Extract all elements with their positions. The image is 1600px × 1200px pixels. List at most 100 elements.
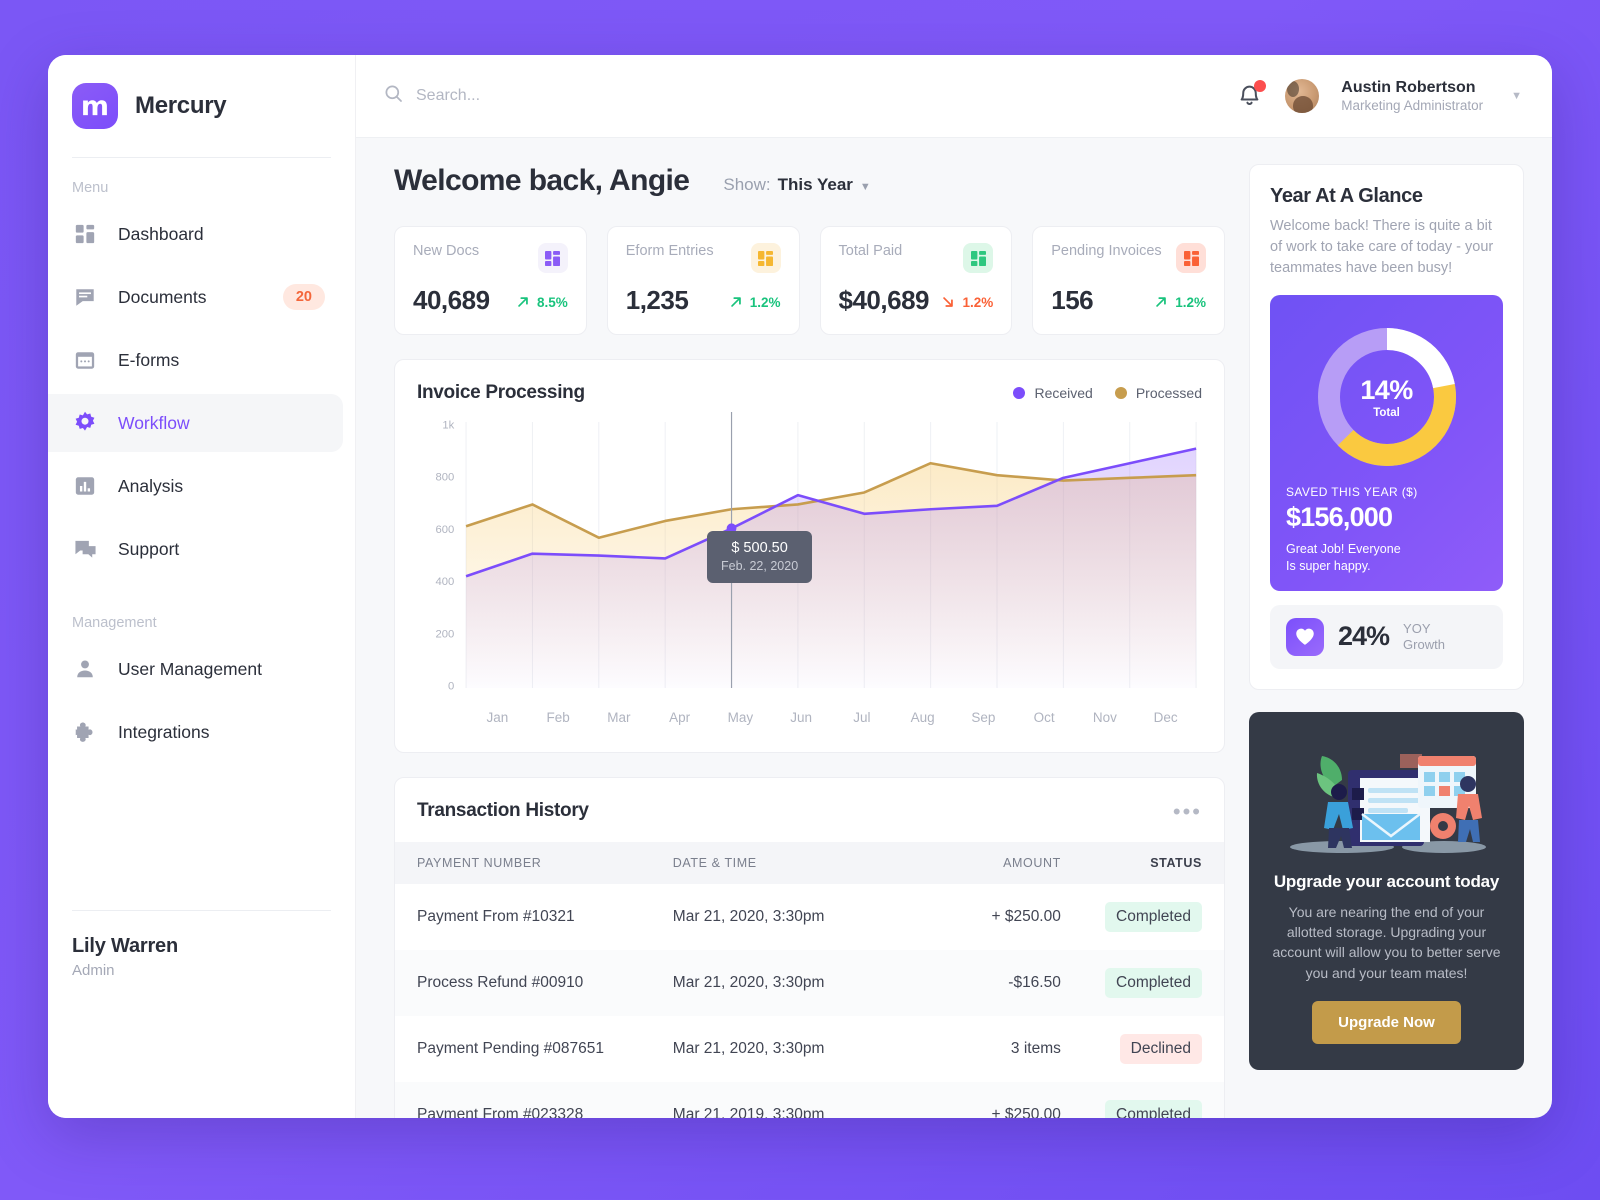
topbar: Austin Robertson Marketing Administrator…: [356, 55, 1552, 138]
gear-icon: [72, 410, 98, 436]
ellipsis-icon[interactable]: •••: [1173, 800, 1202, 822]
sidebar-item-label: Integrations: [118, 721, 210, 742]
column-header-date-time: DATE & TIME: [672, 856, 757, 870]
chart-legend: Received Processed: [1013, 385, 1202, 401]
donut-center-label: 14% Total: [1360, 375, 1413, 420]
search-bar[interactable]: [384, 84, 1237, 108]
table-row[interactable]: Payment Pending #087651 Mar 21, 2020, 3:…: [395, 1016, 1224, 1082]
illustration-svg: [1289, 754, 1486, 854]
notification-dot: [1254, 80, 1267, 92]
yoy-value: 24%: [1338, 621, 1390, 652]
show-filter[interactable]: Show: This Year ▼: [723, 175, 870, 195]
stat-delta: 1.2%: [941, 295, 993, 310]
cell-date-time: Mar 21, 2020, 3:30pm: [672, 974, 825, 991]
cell-status: Declined: [1061, 1034, 1202, 1064]
table-body: Payment From #10321 Mar 21, 2020, 3:30pm…: [395, 884, 1224, 1118]
legend-item-processed[interactable]: Processed: [1114, 385, 1202, 401]
person-icon: [72, 656, 98, 682]
grid-icon: [1176, 243, 1206, 273]
status-badge: Completed: [1105, 902, 1202, 932]
document-icon: [72, 284, 98, 310]
sidebar-user-role: Admin: [72, 962, 115, 979]
grid-icon: [537, 243, 568, 273]
sidebar-group-menu-label: Menu: [72, 180, 109, 196]
saved-note-line1: Great Job! Everyone: [1286, 542, 1401, 557]
stat-value: 1,235: [625, 285, 689, 315]
stat-label: Total Paid: [838, 243, 903, 259]
sidebar-item-label: Dashboard: [118, 223, 204, 244]
cell-payment-number: Payment From #10321: [417, 908, 575, 925]
arrow-up-icon: [730, 297, 741, 307]
avatar[interactable]: [1285, 79, 1320, 113]
chevron-down-icon[interactable]: ▼: [1511, 90, 1522, 102]
legend-dot: [1114, 387, 1127, 399]
donut-percent-label: Total: [1373, 407, 1400, 420]
app-window: m Mercury Menu Dashboard Documents 20 E-…: [48, 55, 1552, 1118]
search-icon: [384, 84, 403, 108]
sidebar-item-e-forms[interactable]: E-forms: [48, 331, 343, 389]
table-row[interactable]: Payment From #023328 Mar 21, 2019, 3:30p…: [395, 1082, 1224, 1118]
table-row[interactable]: Payment From #10321 Mar 21, 2020, 3:30pm…: [395, 884, 1224, 950]
upgrade-illustration: [1271, 734, 1502, 864]
stat-card-eform-entries[interactable]: Eform Entries 1,235 1.2%: [606, 226, 800, 335]
cell-payment-number: Process Refund #00910: [417, 974, 584, 991]
mercury-logo-icon: m: [72, 83, 118, 129]
sidebar-item-analysis[interactable]: Analysis: [48, 457, 343, 515]
sidebar-group-management-label: Management: [72, 615, 157, 631]
brand-name: Mercury: [135, 92, 227, 119]
chart-plot-area: 0 200 400 600 800 1k $ 500.50 Feb. 22, 2020 J…: [417, 410, 1202, 740]
sidebar: m Mercury Menu Dashboard Documents 20 E-…: [48, 55, 356, 1118]
sidebar-item-integrations[interactable]: Integrations: [48, 703, 343, 761]
legend-label: Processed: [1135, 385, 1202, 401]
cell-status: Completed: [1061, 1100, 1202, 1118]
notifications-button[interactable]: [1237, 80, 1267, 110]
user-menu[interactable]: Austin Robertson Marketing Administrator: [1341, 78, 1483, 115]
sidebar-item-support[interactable]: Support: [48, 520, 343, 578]
table-row[interactable]: Process Refund #00910 Mar 21, 2020, 3:30…: [395, 950, 1224, 1016]
stat-label: New Docs: [413, 243, 480, 259]
status-badge: Completed: [1105, 968, 1202, 998]
puzzle-icon: [72, 719, 98, 745]
sidebar-user-name: Lily Warren: [72, 935, 178, 957]
cell-payment-number: Payment Pending #087651: [417, 1040, 605, 1057]
stat-card-total-paid[interactable]: Total Paid $40,689 1.2%: [819, 226, 1013, 335]
cell-amount: + $250.00: [991, 908, 1061, 925]
x-axis-tick: Jul: [853, 710, 871, 725]
stat-value: $40,689: [838, 285, 930, 315]
x-axis-tick: Oct: [1033, 710, 1055, 725]
cell-status: Completed: [1061, 902, 1202, 932]
sidebar-item-user-management[interactable]: User Management: [48, 640, 343, 698]
saved-note: Great Job! Everyone Is super happy.: [1286, 541, 1487, 575]
upgrade-promo-card: Upgrade your account today You are neari…: [1249, 711, 1524, 1070]
sidebar-footer-user[interactable]: Lily Warren Admin: [72, 935, 178, 979]
stat-delta: 8.5%: [516, 295, 568, 310]
saved-value: $156,000: [1286, 502, 1393, 533]
x-axis-tick: Nov: [1092, 710, 1117, 725]
sidebar-item-label: User Management: [118, 658, 262, 679]
x-axis-tick: Sep: [971, 710, 996, 725]
svg-text:0: 0: [448, 681, 454, 693]
column-header-status: STATUS: [1150, 856, 1202, 870]
legend-dot: [1013, 387, 1026, 399]
chat-icon: [72, 536, 98, 562]
sidebar-item-label: Documents: [118, 286, 207, 307]
sidebar-item-documents[interactable]: Documents 20: [48, 268, 343, 326]
upgrade-now-button[interactable]: Upgrade Now: [1312, 1000, 1461, 1044]
search-input[interactable]: [416, 87, 836, 105]
x-axis-tick: Feb: [546, 710, 570, 725]
topbar-user-name: Austin Robertson: [1341, 78, 1476, 96]
legend-item-received[interactable]: Received: [1013, 385, 1093, 401]
x-axis-tick: Dec: [1153, 710, 1178, 725]
svg-text:200: 200: [435, 628, 454, 640]
sidebar-item-dashboard[interactable]: Dashboard: [48, 205, 343, 263]
x-axis-tick: Jun: [790, 710, 813, 725]
sidebar-item-label: Support: [118, 538, 180, 559]
brand[interactable]: m Mercury: [48, 55, 355, 129]
stat-card-new-docs[interactable]: New Docs 40,689 8.5%: [394, 226, 587, 335]
sidebar-item-label: Workflow: [118, 412, 190, 433]
cell-amount: -$16.50: [1008, 974, 1061, 991]
stat-card-pending-invoices[interactable]: Pending Invoices 156 1.2%: [1032, 226, 1225, 335]
sidebar-item-workflow[interactable]: Workflow: [48, 394, 343, 452]
bar-chart-icon: [72, 473, 98, 499]
svg-text:1k: 1k: [442, 420, 454, 432]
